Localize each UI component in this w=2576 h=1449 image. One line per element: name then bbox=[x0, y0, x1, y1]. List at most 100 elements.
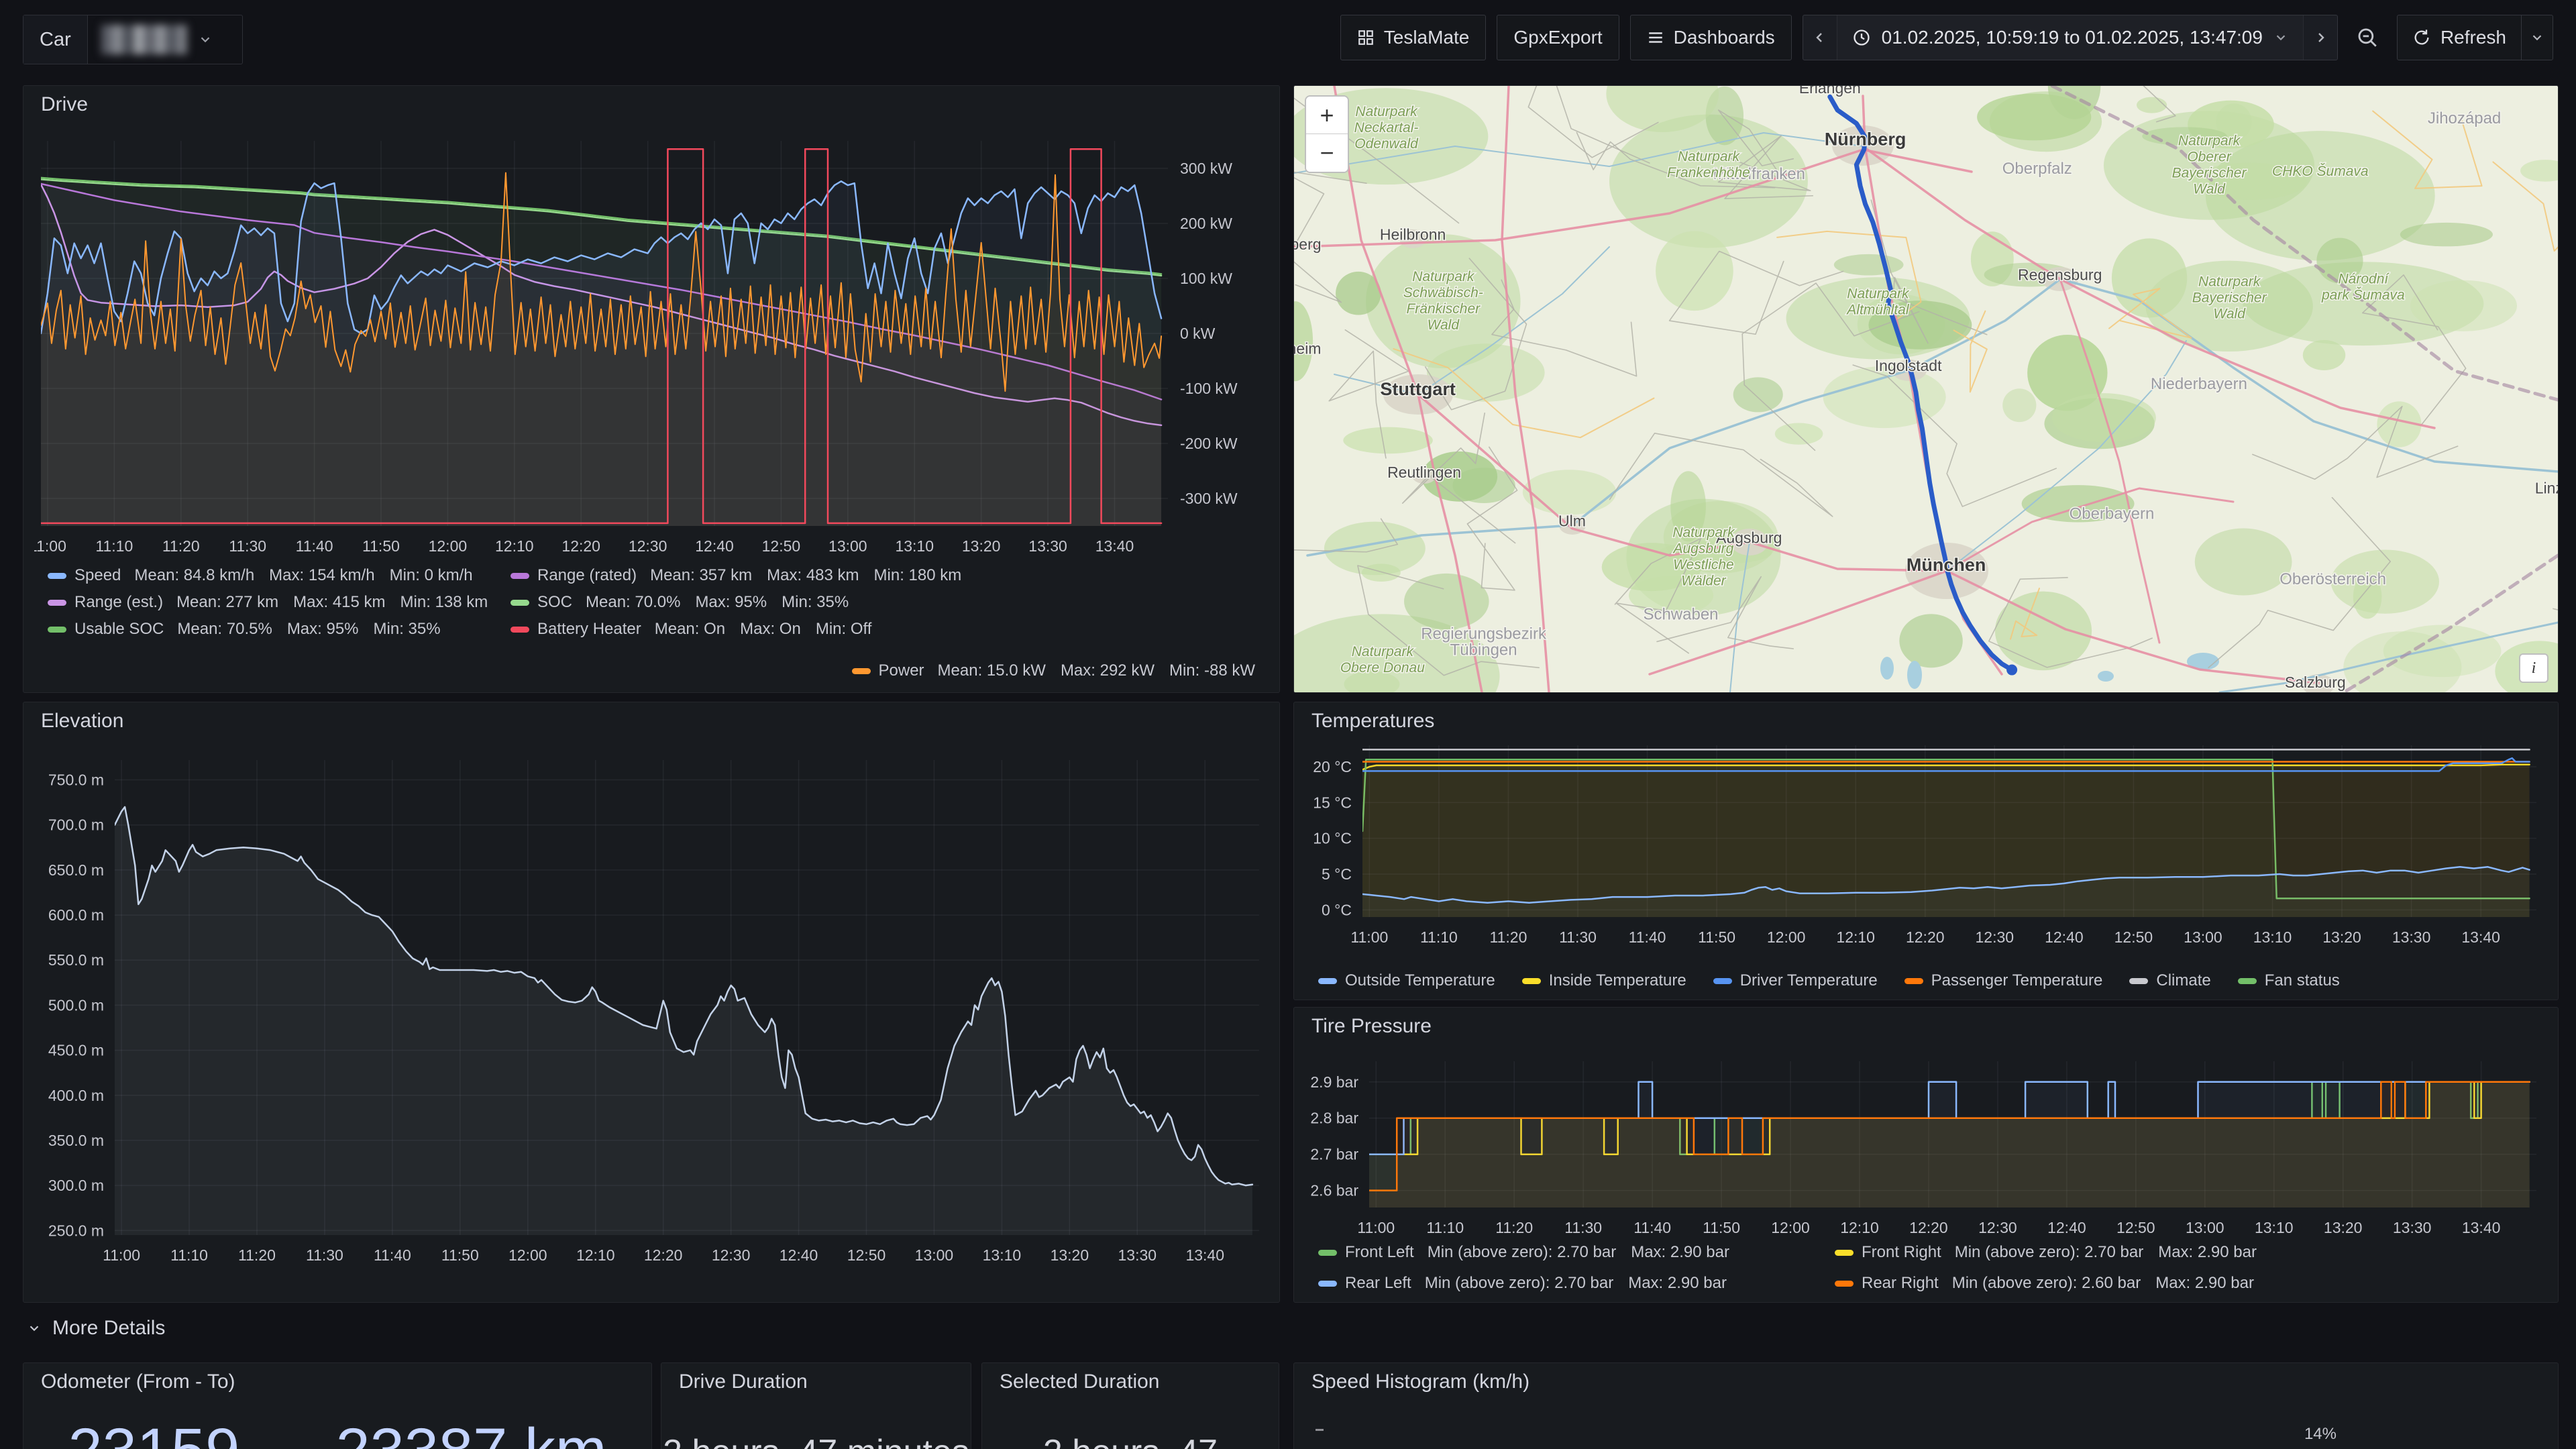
legend-item-front-left[interactable]: Front LeftMin (above zero): 2.70 barMax:… bbox=[1318, 1243, 1835, 1262]
svg-text:12:50: 12:50 bbox=[847, 1246, 886, 1264]
svg-text:0 kW: 0 kW bbox=[1180, 325, 1216, 342]
teslamate-button[interactable]: TeslaMate bbox=[1340, 15, 1487, 60]
legend-item-climate[interactable]: Climate bbox=[2129, 971, 2210, 990]
zoom-out-time-button[interactable] bbox=[2349, 15, 2386, 60]
legend-item-inside-temperature[interactable]: Inside Temperature bbox=[1522, 971, 1686, 990]
svg-text:11:20: 11:20 bbox=[1495, 1219, 1533, 1236]
drive-duration-value: 2 hours, 47 minutes bbox=[661, 1434, 971, 1449]
svg-text:13:30: 13:30 bbox=[2392, 928, 2431, 946]
legend-item-passenger-temperature[interactable]: Passenger Temperature bbox=[1904, 971, 2103, 990]
tire-pressure-legend: Front LeftMin (above zero): 2.70 barMax:… bbox=[1318, 1243, 2534, 1293]
legend-item-speed[interactable]: SpeedMean: 84.8 km/hMax: 154 km/hMin: 0 … bbox=[48, 566, 511, 585]
map-label-oberbayern: Oberbayern bbox=[2070, 504, 2155, 523]
legend-item-power[interactable]: PowerMean: 15.0 kWMax: 292 kWMin: -88 kW bbox=[852, 661, 1256, 680]
svg-text:13:20: 13:20 bbox=[2324, 1219, 2363, 1236]
legend-label: Driver Temperature bbox=[1740, 971, 1878, 990]
legend-swatch bbox=[511, 600, 529, 606]
panel-temperatures: Temperatures 11:0011:1011:2011:3011:4011… bbox=[1293, 702, 2559, 1000]
more-details-row-toggle[interactable]: More Details bbox=[27, 1313, 165, 1343]
dashboards-button[interactable]: Dashboards bbox=[1630, 15, 1792, 60]
map-zoom-in-button[interactable]: + bbox=[1306, 97, 1348, 134]
map-canvas[interactable]: ErlangenNürnbergOberpfalzMittelfrankenJi… bbox=[1294, 86, 2558, 692]
tire-pressure-chart[interactable]: 11:0011:1011:2011:3011:4011:5012:0012:10… bbox=[1305, 1041, 2547, 1246]
map-label-ulm: Ulm bbox=[1558, 512, 1586, 529]
refresh-button[interactable]: Refresh bbox=[2398, 15, 2521, 60]
svg-text:400.0 m: 400.0 m bbox=[48, 1087, 104, 1104]
legend-swatch bbox=[1713, 978, 1732, 984]
map-attribution-button[interactable]: i bbox=[2519, 653, 2548, 683]
svg-text:2.7 bar: 2.7 bar bbox=[1310, 1146, 1358, 1163]
legend-swatch bbox=[1904, 978, 1923, 984]
refresh-interval-dropdown[interactable] bbox=[2521, 15, 2553, 60]
svg-text:13:40: 13:40 bbox=[2461, 928, 2500, 946]
map-label-ingolstadt: Ingolstadt bbox=[1875, 357, 1942, 374]
legend-item-range-rated-[interactable]: Range (rated)Mean: 357 kmMax: 483 kmMin:… bbox=[511, 566, 961, 585]
svg-text:20 °C: 20 °C bbox=[1313, 758, 1352, 775]
legend-label: Fan status bbox=[2265, 971, 2340, 990]
legend-stats: Mean: 277 kmMax: 415 kmMin: 138 km bbox=[176, 593, 488, 612]
car-variable-select[interactable]: Car bbox=[23, 15, 243, 64]
svg-text:13:40: 13:40 bbox=[2462, 1219, 2501, 1236]
legend-swatch bbox=[1318, 1281, 1337, 1287]
svg-text:11:00: 11:00 bbox=[103, 1246, 140, 1264]
legend-item-usable-soc[interactable]: Usable SOCMean: 70.5%Max: 95%Min: 35% bbox=[48, 620, 511, 639]
svg-text:12:40: 12:40 bbox=[780, 1246, 818, 1264]
time-shift-forward-button[interactable] bbox=[2304, 15, 2337, 60]
svg-text:-100 kW: -100 kW bbox=[1180, 380, 1238, 397]
legend-stats: Min (above zero): 2.70 barMax: 2.90 bar bbox=[1428, 1243, 1729, 1262]
svg-text:2.6 bar: 2.6 bar bbox=[1310, 1182, 1358, 1199]
map-zoom-out-button[interactable]: − bbox=[1306, 134, 1348, 172]
elevation-chart[interactable]: 11:0011:1011:2011:3011:4011:5012:0012:10… bbox=[34, 740, 1269, 1273]
legend-item-rear-left[interactable]: Rear LeftMin (above zero): 2.70 barMax: … bbox=[1318, 1274, 1835, 1293]
more-details-label: More Details bbox=[52, 1317, 165, 1340]
time-shift-back-button[interactable] bbox=[1803, 15, 1837, 60]
svg-text:12:30: 12:30 bbox=[629, 537, 667, 555]
time-range-text: 01.02.2025, 10:59:19 to 01.02.2025, 13:4… bbox=[1882, 27, 2263, 48]
svg-text:11:50: 11:50 bbox=[1698, 928, 1735, 946]
car-variable-value[interactable] bbox=[88, 15, 242, 64]
legend-label: Climate bbox=[2156, 971, 2210, 990]
panel-drive: Drive 11:0011:1011:2011:3011:4011:5012:0… bbox=[23, 85, 1280, 693]
gpx-export-button[interactable]: GpxExport bbox=[1497, 15, 1619, 60]
svg-text:12:40: 12:40 bbox=[2045, 928, 2084, 946]
svg-text:11:10: 11:10 bbox=[95, 537, 133, 555]
legend-swatch bbox=[1835, 1281, 1854, 1287]
histogram-bar-fragment bbox=[1316, 1429, 1324, 1431]
legend-item-rear-right[interactable]: Rear RightMin (above zero): 2.60 barMax:… bbox=[1835, 1274, 2534, 1293]
svg-text:13:20: 13:20 bbox=[962, 537, 1001, 555]
map-label-naturpark: NaturparkAltmühltal bbox=[1845, 286, 1910, 317]
legend-item-front-right[interactable]: Front RightMin (above zero): 2.70 barMax… bbox=[1835, 1243, 2534, 1262]
svg-text:550.0 m: 550.0 m bbox=[48, 951, 104, 969]
svg-text:13:10: 13:10 bbox=[2255, 1219, 2294, 1236]
panel-tire-pressure: Tire Pressure 11:0011:1011:2011:3011:401… bbox=[1293, 1007, 2559, 1303]
map-label-heidelberg: Heidelberg bbox=[1294, 235, 1322, 253]
chevron-down-icon bbox=[2273, 30, 2288, 45]
svg-text:11:00: 11:00 bbox=[34, 537, 66, 555]
legend-stats: Mean: 357 kmMax: 483 kmMin: 180 km bbox=[650, 566, 961, 585]
svg-text:500.0 m: 500.0 m bbox=[48, 996, 104, 1014]
legend-item-driver-temperature[interactable]: Driver Temperature bbox=[1713, 971, 1878, 990]
svg-text:750.0 m: 750.0 m bbox=[48, 771, 104, 789]
svg-text:12:10: 12:10 bbox=[1840, 1219, 1879, 1236]
legend-item-battery-heater[interactable]: Battery HeaterMean: OnMax: OnMin: Off bbox=[511, 620, 871, 639]
svg-text:12:20: 12:20 bbox=[644, 1246, 683, 1264]
time-range-picker[interactable]: 01.02.2025, 10:59:19 to 01.02.2025, 13:4… bbox=[1837, 15, 2304, 60]
legend-label: Usable SOC bbox=[74, 620, 164, 639]
legend-item-soc[interactable]: SOCMean: 70.0%Max: 95%Min: 35% bbox=[511, 593, 849, 612]
panel-odometer-title: Odometer (From - To) bbox=[23, 1363, 235, 1401]
svg-text:11:40: 11:40 bbox=[296, 537, 333, 555]
legend-swatch bbox=[1318, 1250, 1337, 1256]
svg-text:12:20: 12:20 bbox=[1906, 928, 1945, 946]
legend-item-range-est-[interactable]: Range (est.)Mean: 277 kmMax: 415 kmMin: … bbox=[48, 593, 511, 612]
temperatures-chart[interactable]: 11:0011:1011:2011:3011:4011:5012:0012:10… bbox=[1305, 736, 2547, 954]
svg-text:11:10: 11:10 bbox=[1420, 928, 1458, 946]
trip-map[interactable]: ErlangenNürnbergOberpfalzMittelfrankenJi… bbox=[1294, 86, 2558, 692]
legend-item-fan-status[interactable]: Fan status bbox=[2238, 971, 2340, 990]
drive-chart[interactable]: 11:0011:1011:2011:3011:4011:5012:0012:10… bbox=[34, 123, 1269, 563]
svg-text:10 °C: 10 °C bbox=[1313, 830, 1352, 847]
legend-swatch bbox=[1318, 978, 1337, 984]
car-variable-label: Car bbox=[23, 15, 88, 64]
panel-drive-duration: Drive Duration 2 hours, 47 minutes bbox=[661, 1362, 971, 1449]
legend-item-outside-temperature[interactable]: Outside Temperature bbox=[1318, 971, 1495, 990]
svg-text:13:30: 13:30 bbox=[1028, 537, 1067, 555]
